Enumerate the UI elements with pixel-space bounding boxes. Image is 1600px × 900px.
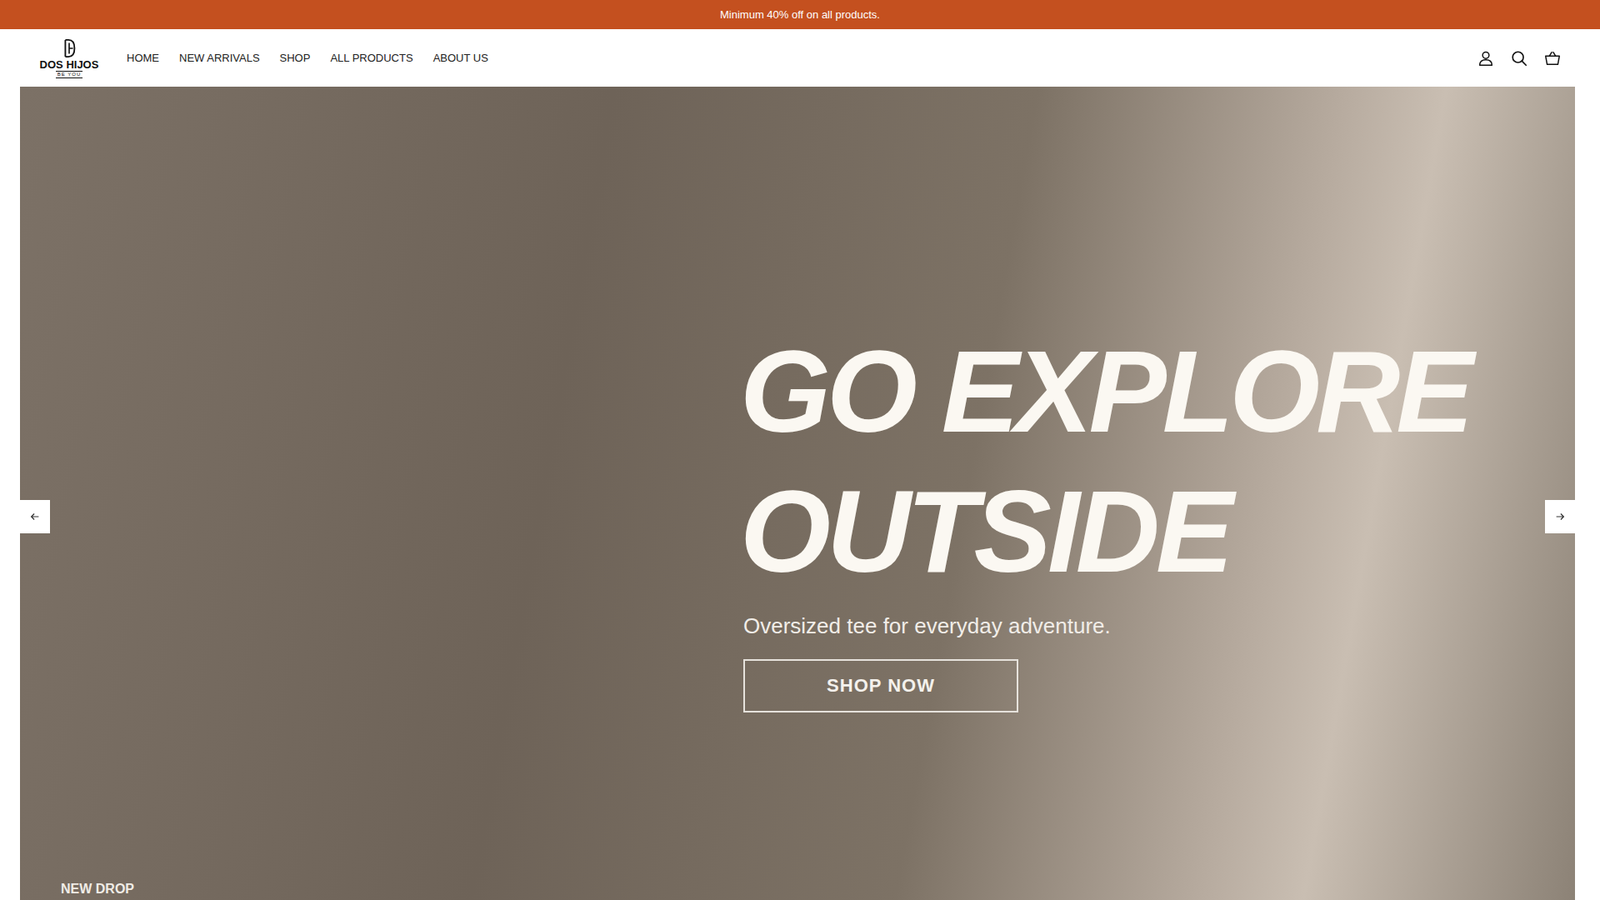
- nav-item[interactable]: ABOUT US: [433, 51, 489, 65]
- site-header: DOS HIJOS BE YOU HOME NEW ARRIVALS SHOP ALL…: [0, 29, 1600, 87]
- nav-item[interactable]: SHOP: [280, 51, 311, 65]
- arrow-right-icon: [1554, 510, 1566, 523]
- monogram-icon: [60, 37, 79, 60]
- storefront-page: Minimum 40% off on all products. DOS HIJ…: [0, 0, 1600, 900]
- announcement-text: Minimum 40% off on all products.: [720, 8, 880, 21]
- logo-tagline: BE YOU: [55, 70, 84, 79]
- search-icon[interactable]: [1510, 49, 1529, 68]
- shop-now-button[interactable]: SHOP NOW: [743, 659, 1019, 713]
- new-drop-label: NEW DROP: [60, 881, 135, 897]
- logo[interactable]: DOS HIJOS BE YOU: [38, 37, 100, 79]
- nav-item[interactable]: HOME: [126, 51, 160, 65]
- hero-heading: GO EXPLOREOUTSIDE: [740, 321, 1480, 602]
- nav-item[interactable]: NEW ARRIVALS: [179, 51, 260, 65]
- nav-item[interactable]: ALL PRODUCTS: [330, 51, 413, 65]
- announcement-bar: Minimum 40% off on all products.: [0, 0, 1600, 30]
- arrow-left-icon: [29, 510, 41, 523]
- next-slide-button[interactable]: [1545, 500, 1575, 534]
- hero-subtitle: Oversized tee for everyday adventure.: [743, 613, 1111, 640]
- heading-line: GO EXPLORE: [740, 321, 1480, 462]
- main-nav: HOME NEW ARRIVALS SHOP ALL PRODUCTS ABOUT US: [126, 51, 489, 65]
- heading-line: OUTSIDE: [740, 461, 1480, 602]
- hero-slideshow: GO EXPLOREOUTSIDE Oversized tee for ever…: [20, 86, 1575, 900]
- account-icon[interactable]: [1476, 49, 1495, 68]
- hero-copy: GO EXPLOREOUTSIDE Oversized tee for ever…: [740, 321, 1480, 713]
- cart-icon[interactable]: [1543, 49, 1562, 68]
- logo-name: DOS HIJOS: [40, 59, 100, 71]
- prev-slide-button[interactable]: [20, 500, 50, 534]
